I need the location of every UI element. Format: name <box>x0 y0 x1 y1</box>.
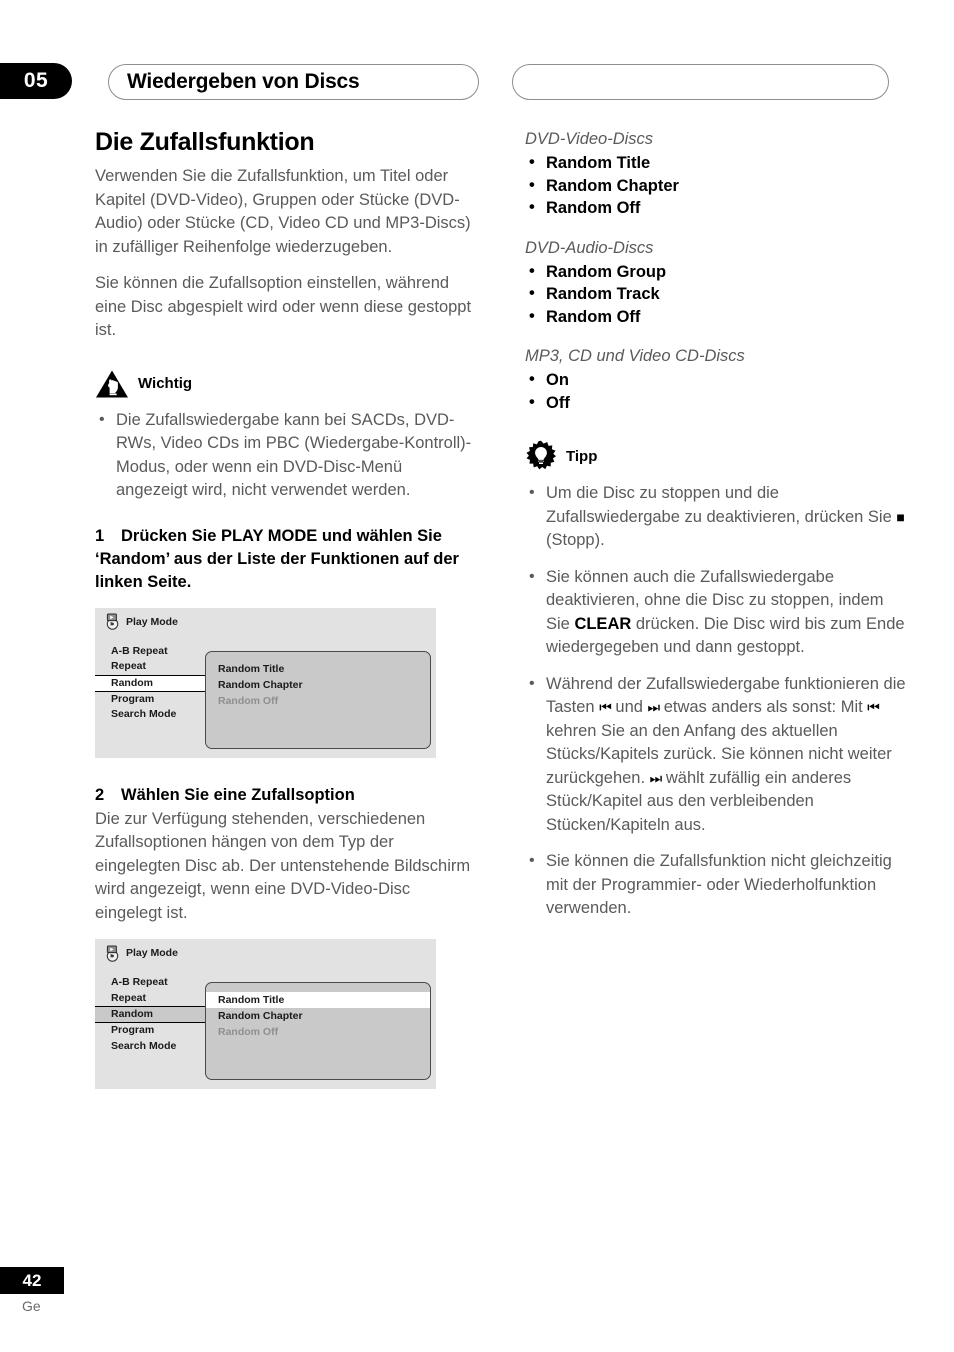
osd-menu-list: A-B Repeat Repeat Random Program Search … <box>95 644 211 723</box>
disc-option-list: Random Title Random Chapter Random Off <box>525 151 906 220</box>
list-item: Random Group <box>525 260 906 284</box>
osd-menu-list: A-B Repeat Repeat Random Program Search … <box>95 975 211 1054</box>
step-1: 1 Drücken Sie PLAY MODE und wählen Sie ‘R… <box>95 525 476 594</box>
control-symbol-icon: ■ <box>896 508 905 525</box>
list-item: Sie können die Zufallsfunktion nicht gle… <box>525 849 906 921</box>
page-number: 42 <box>22 1270 42 1290</box>
osd-options-list: Random Title Random Chapter Random Off <box>206 652 430 709</box>
list-item: Sie können auch die Zufallswiedergabe de… <box>525 565 906 660</box>
osd-title: Play Mode <box>126 947 178 959</box>
osd-options-list: Random Title Random Chapter Random Off <box>206 983 430 1040</box>
header-pill-right-empty <box>512 64 889 100</box>
warning-hand-triangle-icon <box>95 369 129 399</box>
osd-option-random-title: Random Title <box>206 992 430 1008</box>
osd-option-random-off: Random Off <box>218 694 279 707</box>
osd-option-random-off: Random Off <box>218 1026 279 1038</box>
osd-menu-item-program: Program <box>111 1024 155 1036</box>
osd-title: Play Mode <box>126 615 178 628</box>
list-item: Die Zufallswiedergabe kann bei SACDs, DV… <box>95 408 476 503</box>
play-mode-disc-icon <box>104 613 121 630</box>
osd-menu-item-repeat: Repeat <box>111 991 147 1004</box>
osd-menu-item-repeat: Repeat <box>111 660 147 672</box>
emphasis-text: CLEAR <box>574 614 632 633</box>
osd-menu-item-search-mode: Search Mode <box>111 1039 177 1052</box>
chapter-number-tab: 05 <box>0 63 72 99</box>
osd-titlebar: Play Mode <box>95 608 436 630</box>
osd-titlebar: Play Mode <box>95 939 436 962</box>
disc-group-heading: DVD-Video-Discs <box>525 130 654 148</box>
list-item: Um die Disc zu stoppen und die Zufallswi… <box>525 481 906 553</box>
osd-menu-item-random: Random <box>95 674 211 692</box>
chapter-title: Wiedergeben von Discs <box>127 70 360 93</box>
left-column: Die Zufallsfunktion Verwenden Sie die Zu… <box>95 128 476 1089</box>
intro-paragraph-2: Sie können die Zufallsoption einstellen,… <box>95 274 472 339</box>
osd-option-random-chapter: Random Chapter <box>218 1010 303 1022</box>
wichtig-bullet-list: Die Zufallswiedergabe kann bei SACDs, DV… <box>95 408 476 503</box>
osd-screen-play-mode-2: Play Mode A-B Repeat Repeat Random Progr… <box>95 939 436 1089</box>
osd-options-panel: Random Title Random Chapter Random Off <box>205 650 431 749</box>
tipp-notice-header: Tipp <box>525 440 906 472</box>
chapter-number: 05 <box>23 69 49 92</box>
osd-menu-item-program: Program <box>111 692 155 705</box>
step-1-text: Drücken Sie PLAY MODE und wählen Sie ‘Ra… <box>95 526 459 591</box>
disc-option-list: On Off <box>525 368 906 415</box>
osd-menu-item-search-mode: Search Mode <box>111 708 177 720</box>
osd-options-panel: Random Title Random Chapter Random Off <box>205 982 431 1080</box>
disc-option-list: Random Group Random Track Random Off <box>525 260 906 329</box>
tipp-label: Tipp <box>566 447 598 465</box>
step-2-text: Wählen Sie eine Zufallsoption <box>121 785 355 804</box>
wichtig-label: Wichtig <box>138 375 193 392</box>
osd-option-random-chapter: Random Chapter <box>218 678 303 691</box>
disc-group-dvd-video: DVD-Video-Discs Random Title Random Chap… <box>525 128 906 220</box>
tipp-bullet-list: Um die Disc zu stoppen und die Zufallswi… <box>525 481 906 921</box>
step-1-number: 1 <box>95 526 105 545</box>
disc-group-heading: DVD-Audio-Discs <box>525 238 654 257</box>
list-item: Random Title <box>525 151 906 175</box>
list-item: Während der Zufallswiedergabe funktionie… <box>525 672 906 838</box>
list-item: Random Off <box>525 305 906 329</box>
list-item: Random Track <box>525 282 906 306</box>
list-item: Random Off <box>525 196 906 220</box>
disc-group-mp3-cd-videocd: MP3, CD und Video CD-Discs On Off <box>525 345 906 414</box>
page-title: Die Zufallsfunktion <box>95 128 315 156</box>
intro-paragraph-1: Verwenden Sie die Zufallsfunktion, um Ti… <box>95 167 471 256</box>
control-symbol-icon: ⏭ <box>649 769 663 786</box>
control-symbol-icon: ⏮ <box>599 699 612 715</box>
list-item: Random Chapter <box>525 174 906 198</box>
control-symbol-icon: ⏭ <box>647 699 661 715</box>
chapter-title-pill: Wiedergeben von Discs <box>108 64 479 100</box>
osd-option-random-title: Random Title <box>218 662 285 675</box>
right-column: DVD-Video-Discs Random Title Random Chap… <box>525 128 906 934</box>
osd-screen-play-mode-1: Play Mode A-B Repeat Repeat Random Progr… <box>95 607 436 758</box>
page-number-badge: 42 <box>0 1267 64 1294</box>
language-code: Ge <box>22 1298 41 1314</box>
lightbulb-starburst-icon <box>525 440 557 472</box>
osd-menu-item-ab-repeat: A-B Repeat <box>111 644 168 657</box>
play-mode-disc-icon <box>104 945 121 962</box>
step-2-body: Die zur Verfügung stehenden, verschieden… <box>95 809 471 922</box>
step-2: 2 Wählen Sie eine Zufallsoption <box>95 784 476 807</box>
list-item: On <box>525 368 906 392</box>
control-symbol-icon: ⏮ <box>867 699 880 715</box>
list-item: Off <box>525 391 906 415</box>
wichtig-notice-header: Wichtig <box>95 369 476 399</box>
disc-group-heading: MP3, CD und Video CD-Discs <box>525 347 745 365</box>
disc-group-dvd-audio: DVD-Audio-Discs Random Group Random Trac… <box>525 237 906 329</box>
osd-menu-item-ab-repeat: A-B Repeat <box>111 976 168 988</box>
osd-menu-item-random: Random <box>95 1006 211 1023</box>
step-2-number: 2 <box>95 785 105 804</box>
